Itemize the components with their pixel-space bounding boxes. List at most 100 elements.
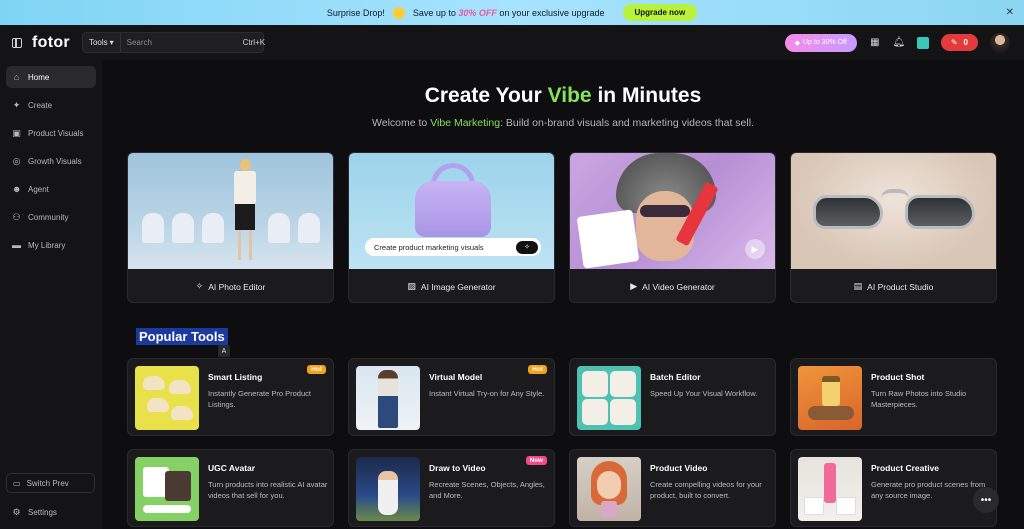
tool-name: Product Shot <box>871 372 925 382</box>
monitor-icon: ▭ <box>13 478 21 488</box>
gear-icon: ⚙ <box>12 506 21 517</box>
feature-card-ai-video-generator[interactable]: ▶ ▶ AI Video Generator <box>569 152 776 303</box>
play-icon[interactable]: ▶ <box>745 239 765 259</box>
main-content: Create Your Vibe in Minutes Welcome to V… <box>102 60 1024 529</box>
sidebar-item-home[interactable]: ⌂ Home <box>6 66 96 88</box>
more-options-icon[interactable]: ••• <box>973 487 999 513</box>
tools-label: Tools <box>88 38 108 47</box>
switch-prev-button[interactable]: ▭ Switch Prev <box>6 473 95 493</box>
credits-count: 0 <box>963 38 968 47</box>
promo-text-after: on your exclusive upgrade <box>499 7 605 18</box>
sidebar-item-agent[interactable]: ☻ Agent <box>6 178 96 200</box>
tool-card-product-creative[interactable]: Product Creative Generate pro product sc… <box>790 449 997 527</box>
sidebar-item-product-visuals[interactable]: ▣ Product Visuals <box>6 122 96 144</box>
feature-cards: ✧ AI Photo Editor Create product marketi… <box>127 152 997 303</box>
close-banner-icon[interactable]: ✕ <box>1006 7 1014 18</box>
upgrade-now-button[interactable]: Upgrade now <box>622 4 698 21</box>
sparkle-icon: ✦ <box>12 99 21 110</box>
credits-button[interactable]: ✎ 0 <box>940 34 978 51</box>
magic-wand-icon: ✧ <box>195 281 204 291</box>
hot-badge: Hot <box>307 365 326 374</box>
tool-card-smart-listing[interactable]: Smart Listing Instantly Generate Pro Pro… <box>127 358 334 436</box>
tool-card-virtual-model[interactable]: Virtual Model Instant Virtual Try-on for… <box>348 358 555 436</box>
smart-listing-thumbnail <box>135 366 199 430</box>
feature-card-ai-product-studio[interactable]: ▤ AI Product Studio <box>790 152 997 303</box>
product-video-thumbnail <box>577 457 641 521</box>
product-icon: ▤ <box>853 281 863 291</box>
hero-title-after: in Minutes <box>591 84 702 107</box>
video-generator-preview: ▶ <box>570 153 775 269</box>
sidebar-item-label: My Library <box>28 240 66 250</box>
switch-prev-label: Switch Prev <box>26 478 69 488</box>
sidebar-toggle-icon[interactable] <box>12 37 22 48</box>
feature-label: AI Image Generator <box>420 281 496 292</box>
target-icon: ◎ <box>12 155 21 166</box>
sidebar-item-label: Settings <box>28 507 57 517</box>
virtual-model-thumbnail <box>356 366 420 430</box>
hot-badge: Hot <box>528 365 547 374</box>
tool-card-ugc-avatar[interactable]: UGC Avatar Turn products into realistic … <box>127 449 334 527</box>
search-shortcut: Ctrl+K <box>242 38 266 47</box>
sidebar-item-label: Home <box>28 72 50 82</box>
tool-name: UGC Avatar <box>208 463 256 473</box>
top-header: fotor Tools ▾ Ctrl+K ◆ Up to 30% Off ▦ 🔔… <box>0 25 1024 60</box>
fotor-logo[interactable]: fotor <box>32 34 70 52</box>
tool-card-product-shot[interactable]: Product Shot Turn Raw Photos into Studio… <box>790 358 997 436</box>
tools-dropdown[interactable]: Tools ▾ <box>83 33 121 52</box>
tool-card-batch-editor[interactable]: Batch Editor Speed Up Your Visual Workfl… <box>569 358 776 436</box>
photo-editor-preview <box>128 153 333 269</box>
sidebar-item-community[interactable]: ⚇ Community <box>6 206 96 228</box>
diamond-icon: ◆ <box>794 39 800 47</box>
sidebar-item-label: Agent <box>28 184 49 194</box>
popular-tools-grid: Smart Listing Instantly Generate Pro Pro… <box>127 358 997 527</box>
tool-desc: Instantly Generate Pro Product Listings. <box>208 389 311 409</box>
sidebar-item-settings[interactable]: ⚙ Settings <box>6 501 96 523</box>
user-avatar[interactable] <box>990 32 1010 53</box>
product-shot-thumbnail <box>798 366 862 430</box>
promo-banner: Surprise Drop! Save up to 30% OFF on you… <box>0 0 1024 25</box>
apps-grid-icon[interactable]: ▦ <box>869 37 881 49</box>
feature-card-ai-photo-editor[interactable]: ✧ AI Photo Editor <box>127 152 334 303</box>
hero-title: Create Your Vibe in Minutes <box>102 84 1024 108</box>
offer-pill-button[interactable]: ◆ Up to 30% Off <box>784 33 857 52</box>
sidebar-item-label: Product Visuals <box>28 128 84 138</box>
search-bar[interactable]: Tools ▾ Ctrl+K <box>81 32 265 53</box>
sidebar-item-label: Growth Visuals <box>28 156 82 166</box>
tool-card-product-video[interactable]: Product Video Create compelling videos f… <box>569 449 776 527</box>
ugc-avatar-thumbnail <box>135 457 199 521</box>
feature-card-ai-image-generator[interactable]: Create product marketing visuals ✧ ▨ AI … <box>348 152 555 303</box>
tool-card-draw-to-video[interactable]: Draw to Video Recreate Scenes, Objects, … <box>348 449 555 527</box>
sidebar-item-label: Create <box>28 100 53 110</box>
sidebar-item-label: Community <box>28 212 69 222</box>
hero-title-before: Create Your <box>424 84 548 107</box>
bell-icon[interactable]: 🔔︎ <box>893 37 906 49</box>
hero-title-accent: Vibe <box>547 84 592 107</box>
bag-icon: ▣ <box>12 127 21 138</box>
feature-label: AI Product Studio <box>867 281 934 292</box>
sidebar-item-my-library[interactable]: ▬ My Library <box>6 234 96 256</box>
tool-desc: Instant Virtual Try-on for Any Style. <box>429 389 545 398</box>
hero-sub-accent: Vibe Marketing <box>430 117 501 129</box>
tool-desc: Turn Raw Photos into Studio Masterpieces… <box>871 389 967 409</box>
credits-icon: ✎ <box>950 38 958 47</box>
tool-desc: Create compelling videos for your produc… <box>650 480 762 500</box>
prompt-preview: Create product marketing visuals ✧ <box>365 238 541 256</box>
text-cursor-icon[interactable]: A <box>218 345 230 357</box>
sidebar-item-growth-visuals[interactable]: ◎ Growth Visuals <box>6 150 96 172</box>
magic-wand-icon: ✧ <box>516 240 538 254</box>
sidebar-item-create[interactable]: ✦ Create <box>6 94 96 116</box>
agent-icon: ☻ <box>12 183 22 194</box>
image-generator-preview: Create product marketing visuals ✧ <box>349 153 554 269</box>
promo-text-before: Save up to <box>412 7 456 18</box>
product-creative-thumbnail <box>798 457 862 521</box>
smile-emoji-icon <box>392 6 405 19</box>
folder-icon: ▬ <box>12 239 21 250</box>
gift-icon[interactable] <box>916 36 929 49</box>
tool-name: Batch Editor <box>650 372 701 382</box>
search-input[interactable] <box>120 38 243 47</box>
prompt-text: Create product marketing visuals <box>374 242 484 252</box>
new-badge: New <box>525 456 547 465</box>
hero-subtitle: Welcome to Vibe Marketing: Build on-bran… <box>102 117 1024 129</box>
popular-tools-title: Popular Tools <box>136 328 228 345</box>
tool-desc: Speed Up Your Visual Workflow. <box>650 389 758 398</box>
